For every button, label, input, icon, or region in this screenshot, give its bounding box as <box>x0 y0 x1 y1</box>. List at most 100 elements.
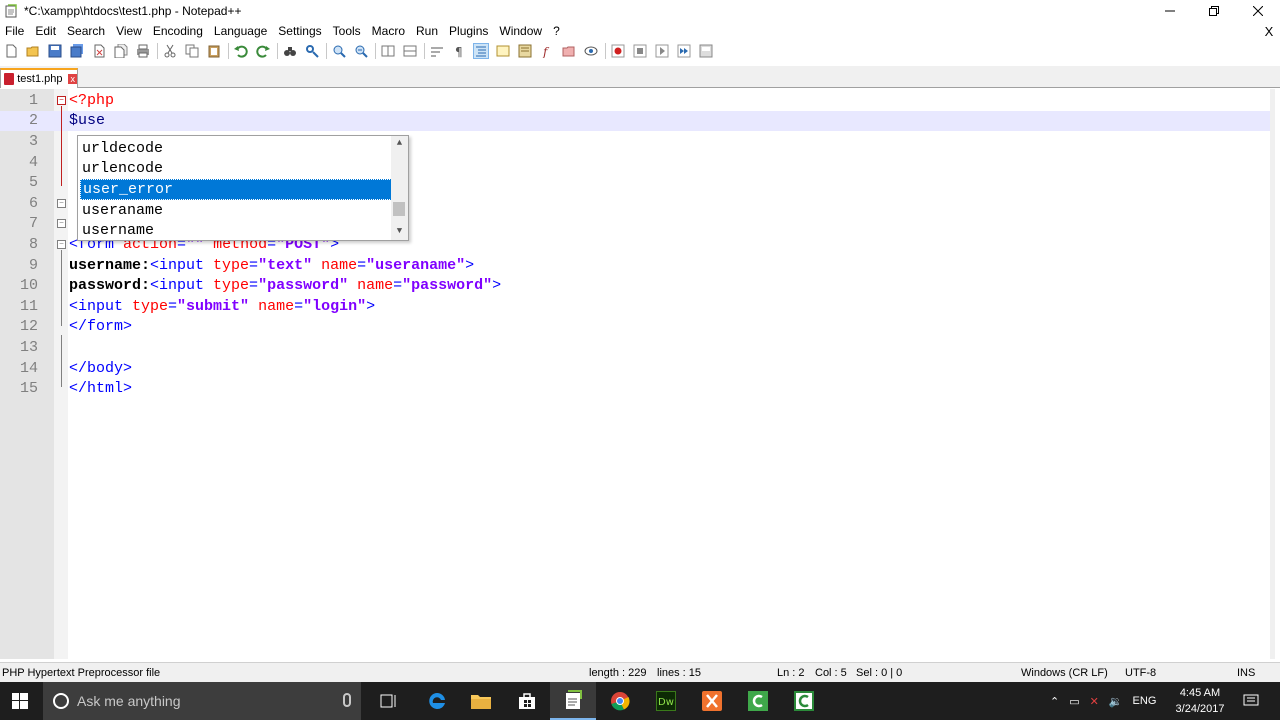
autocomplete-popup[interactable]: urldecode urlencode user_error useraname… <box>77 135 409 241</box>
dreamweaver-button[interactable]: Dw <box>643 682 689 720</box>
indent-guide-button[interactable] <box>473 43 489 59</box>
menu-settings[interactable]: Settings <box>273 24 327 38</box>
clock[interactable]: 4:45 AM 3/24/2017 <box>1172 685 1228 717</box>
scroll-up-icon[interactable]: ▲ <box>391 138 408 152</box>
find-button[interactable] <box>282 43 298 59</box>
copy-button[interactable] <box>184 43 200 59</box>
save-button[interactable] <box>47 43 63 59</box>
minimize-button[interactable] <box>1148 0 1192 22</box>
show-hidden-icons-icon[interactable]: ⌃ <box>1050 695 1059 708</box>
code-text: </html> <box>69 380 133 398</box>
vertical-scrollbar[interactable] <box>1270 89 1275 659</box>
microphone-icon[interactable] <box>343 693 351 707</box>
edge-button[interactable] <box>414 682 460 720</box>
menu-language[interactable]: Language <box>209 24 273 38</box>
tab-test1-php[interactable]: test1.php x <box>0 68 78 88</box>
menu-file[interactable]: File <box>0 24 30 38</box>
show-all-characters-button[interactable]: ¶ <box>451 43 467 59</box>
folder-as-workspace-button[interactable] <box>561 43 577 59</box>
code-line[interactable]: 13 <box>0 337 1275 358</box>
undo-button[interactable] <box>233 43 249 59</box>
zoom-in-button[interactable] <box>331 43 347 59</box>
close-button[interactable] <box>1236 0 1280 22</box>
language-indicator[interactable]: ENG <box>1133 695 1157 707</box>
app-c2-button[interactable] <box>781 682 827 720</box>
window-title: *C:\xampp\htdocs\test1.php - Notepad++ <box>24 4 242 18</box>
task-view-button[interactable] <box>366 682 412 720</box>
menu-search[interactable]: Search <box>62 24 111 38</box>
close-document-button[interactable]: X <box>1262 22 1276 40</box>
cut-button[interactable] <box>162 43 178 59</box>
volume-icon[interactable]: 🔉 <box>1109 695 1123 708</box>
chrome-button[interactable] <box>597 682 643 720</box>
file-explorer-button[interactable] <box>458 682 504 720</box>
fold-collapse-icon[interactable]: − <box>57 219 66 228</box>
close-all-button[interactable] <box>113 43 129 59</box>
start-button[interactable] <box>0 682 40 720</box>
paste-button[interactable] <box>206 43 222 59</box>
menu-macro[interactable]: Macro <box>367 24 411 38</box>
run-macro-multiple-button[interactable] <box>676 43 692 59</box>
word-wrap-button[interactable] <box>429 43 445 59</box>
document-map-button[interactable] <box>517 43 533 59</box>
security-alert-icon[interactable]: ✕ <box>1090 695 1099 708</box>
restore-button[interactable] <box>1192 0 1236 22</box>
cortana-search-box[interactable]: Ask me anything <box>43 682 361 720</box>
app-c-button[interactable] <box>735 682 781 720</box>
play-macro-button[interactable] <box>654 43 670 59</box>
scroll-thumb[interactable] <box>393 202 405 216</box>
zoom-out-button[interactable] <box>353 43 369 59</box>
new-file-button[interactable] <box>3 43 19 59</box>
sync-vertical-button[interactable] <box>380 43 396 59</box>
save-macro-button[interactable] <box>698 43 714 59</box>
replace-button[interactable] <box>304 43 320 59</box>
notepad-plus-plus-taskbar-button[interactable] <box>550 682 596 720</box>
autocomplete-item[interactable]: useraname <box>80 200 392 221</box>
autocomplete-scrollbar[interactable]: ▲ ▼ <box>391 136 408 240</box>
menu-encoding[interactable]: Encoding <box>148 24 209 38</box>
autocomplete-item[interactable]: urldecode <box>80 138 392 159</box>
menu-help[interactable]: ? <box>548 24 566 38</box>
tab-close-icon[interactable]: x <box>68 74 77 84</box>
code-line[interactable]: 10 password:<input type="password" name=… <box>0 275 1275 296</box>
menu-tools[interactable]: Tools <box>328 24 367 38</box>
store-button[interactable] <box>504 682 550 720</box>
monitoring-button[interactable] <box>583 43 599 59</box>
fast-forward-icon <box>677 44 691 58</box>
code-line[interactable]: 12 </form> <box>0 317 1275 338</box>
menu-window[interactable]: Window <box>494 24 548 38</box>
function-list-button[interactable]: f <box>539 43 555 59</box>
menu-run[interactable]: Run <box>411 24 444 38</box>
code-line[interactable]: 9 username:<input type="text" name="user… <box>0 255 1275 276</box>
save-all-button[interactable] <box>69 43 85 59</box>
record-macro-button[interactable] <box>610 43 626 59</box>
menu-edit[interactable]: Edit <box>30 24 62 38</box>
autocomplete-item[interactable]: urlencode <box>80 159 392 180</box>
open-file-button[interactable] <box>25 43 41 59</box>
user-defined-language-button[interactable] <box>495 43 511 59</box>
print-button[interactable] <box>135 43 151 59</box>
menu-view[interactable]: View <box>111 24 148 38</box>
code-line-current[interactable]: 2 $use <box>0 110 1275 132</box>
code-line[interactable]: 15 </html> <box>0 378 1275 399</box>
status-eol[interactable]: Windows (CR LF) <box>1021 667 1108 679</box>
fold-collapse-icon[interactable]: − <box>57 199 66 208</box>
close-file-button[interactable] <box>91 43 107 59</box>
fold-collapse-icon[interactable]: − <box>57 96 66 105</box>
scroll-down-icon[interactable]: ▼ <box>391 226 408 240</box>
xampp-button[interactable] <box>689 682 735 720</box>
action-center-button[interactable] <box>1234 682 1268 720</box>
sync-horizontal-button[interactable] <box>402 43 418 59</box>
line-number: 3 <box>28 132 38 150</box>
fold-collapse-icon[interactable]: − <box>57 240 66 249</box>
autocomplete-item-selected[interactable]: user_error <box>80 179 392 200</box>
menu-plugins[interactable]: Plugins <box>444 24 494 38</box>
code-line[interactable]: 11 <input type="submit" name="login"> <box>0 296 1275 317</box>
stop-macro-button[interactable] <box>632 43 648 59</box>
redo-button[interactable] <box>255 43 271 59</box>
code-line[interactable]: 1 <?php <box>0 90 1275 111</box>
network-icon[interactable]: ▭ <box>1069 695 1079 708</box>
code-line[interactable]: 14 </body> <box>0 358 1275 379</box>
autocomplete-item[interactable]: username <box>80 220 392 241</box>
status-encoding[interactable]: UTF-8 <box>1125 667 1156 679</box>
